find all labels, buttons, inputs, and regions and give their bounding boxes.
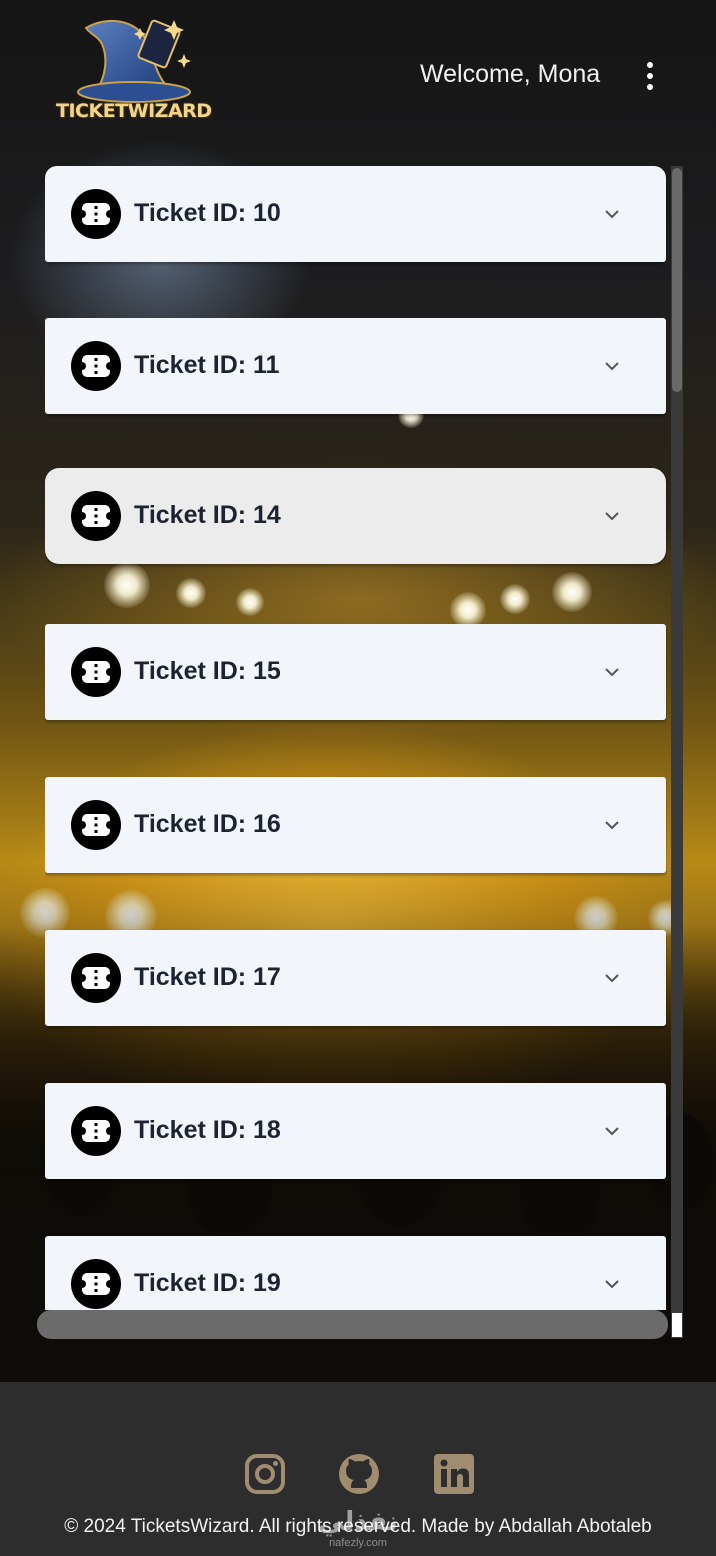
ticket-title: Ticket ID: 10 <box>134 199 281 227</box>
welcome-message: Welcome, Mona <box>420 60 601 88</box>
logo-text: TICKETWIZARD <box>56 100 212 122</box>
ticket-title: Ticket ID: 11 <box>134 351 280 379</box>
menu-dot <box>647 84 653 90</box>
chevron-down-icon[interactable] <box>602 356 622 376</box>
ticket-icon <box>71 491 121 541</box>
ticket-accordion-item[interactable]: Ticket ID: 10 <box>45 166 666 262</box>
chevron-down-icon[interactable] <box>602 506 622 526</box>
watermark-latin: nafezly.com <box>329 1537 387 1549</box>
ticketwizard-logo[interactable]: TICKETWIZARD <box>56 14 212 132</box>
vertical-scrollbar-thumb[interactable] <box>672 168 682 392</box>
ticket-accordion-item[interactable]: Ticket ID: 14 <box>45 468 666 564</box>
ticket-accordion-item[interactable]: Ticket ID: 17 <box>45 930 666 1026</box>
menu-dot <box>647 73 653 79</box>
ticket-accordion-item[interactable]: Ticket ID: 18 <box>45 1083 666 1179</box>
ticket-title: Ticket ID: 14 <box>134 501 281 529</box>
ticket-accordion-item[interactable]: Ticket ID: 16 <box>45 777 666 873</box>
ticket-icon <box>71 1259 121 1309</box>
ticket-icon <box>71 647 121 697</box>
chevron-down-icon[interactable] <box>602 1274 622 1294</box>
chevron-down-icon[interactable] <box>602 1121 622 1141</box>
github-icon[interactable] <box>337 1452 381 1496</box>
ticket-icon <box>71 341 121 391</box>
wizard-hat-icon <box>77 19 191 103</box>
more-vertical-icon[interactable] <box>638 60 662 92</box>
ticket-title: Ticket ID: 15 <box>134 657 281 685</box>
horizontal-scrollbar[interactable] <box>37 1310 668 1339</box>
ticket-accordion-item[interactable]: Ticket ID: 11 <box>45 318 666 414</box>
ticket-accordion-item[interactable]: Ticket ID: 19 <box>45 1236 666 1310</box>
ticket-icon <box>71 953 121 1003</box>
ticket-title: Ticket ID: 16 <box>134 810 281 838</box>
ticket-icon <box>71 800 121 850</box>
ticket-accordion-item[interactable]: Ticket ID: 15 <box>45 624 666 720</box>
linkedin-icon[interactable] <box>432 1452 476 1496</box>
chevron-down-icon[interactable] <box>602 662 622 682</box>
ticket-icon <box>71 1106 121 1156</box>
chevron-down-icon[interactable] <box>602 968 622 988</box>
ticket-title: Ticket ID: 17 <box>134 963 281 991</box>
chevron-down-icon[interactable] <box>602 815 622 835</box>
scrollbar-corner <box>672 1313 682 1337</box>
watermark-arabic: نفذلي <box>318 1507 398 1537</box>
ticket-title: Ticket ID: 18 <box>134 1116 281 1144</box>
menu-dot <box>647 62 653 68</box>
footer: © 2024 TicketsWizard. All rights reserve… <box>0 1382 716 1556</box>
instagram-icon[interactable] <box>243 1452 287 1496</box>
ticket-title: Ticket ID: 19 <box>134 1269 281 1297</box>
watermark: نفذلي nafezly.com <box>298 1508 418 1554</box>
ticket-list[interactable]: Ticket ID: 10 Ticket ID: 11 Ticket ID: 1… <box>45 166 667 1310</box>
chevron-down-icon[interactable] <box>602 204 622 224</box>
ticket-icon <box>71 189 121 239</box>
